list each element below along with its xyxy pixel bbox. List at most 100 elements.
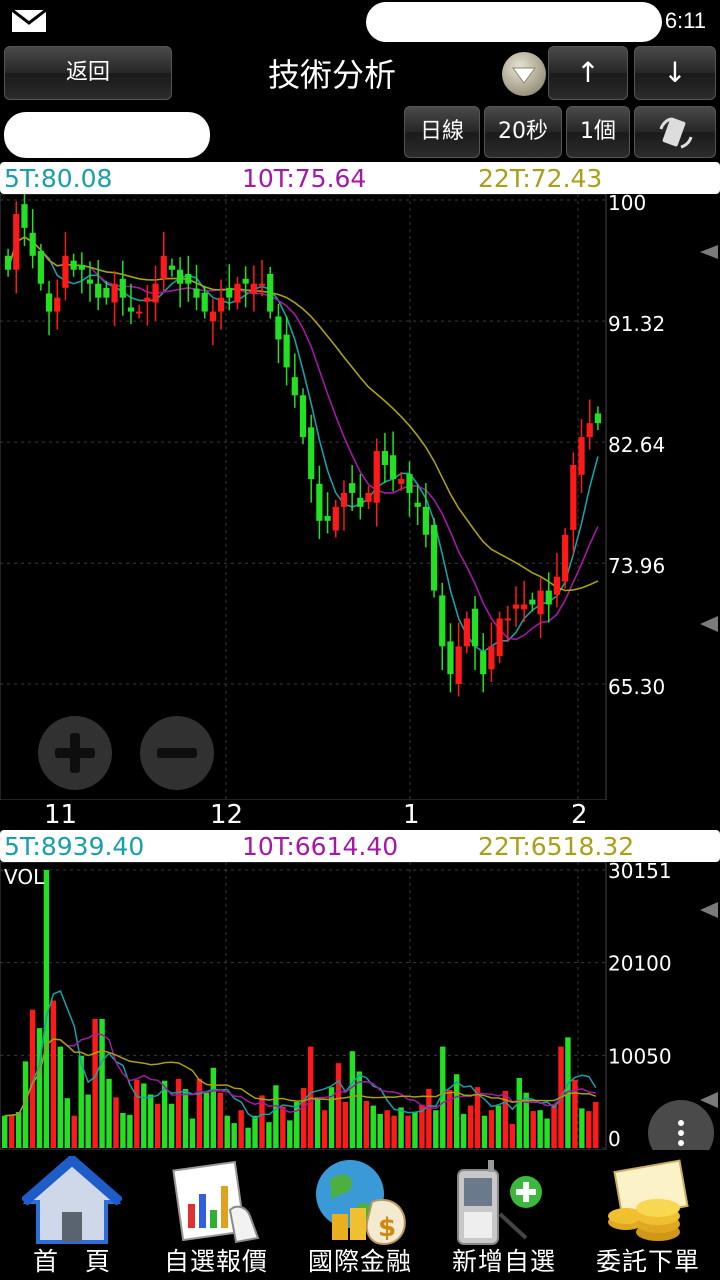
candle-body xyxy=(471,608,479,647)
dropdown-icon[interactable] xyxy=(502,52,546,96)
candle-body xyxy=(553,576,561,595)
refresh-interval-button[interactable]: 20秒 xyxy=(484,106,562,158)
candle-body xyxy=(45,293,53,312)
volume-bar xyxy=(2,1115,8,1148)
svg-text:$: $ xyxy=(378,1213,396,1243)
candle-body xyxy=(381,451,389,466)
volume-chart[interactable]: 30151 20100 10050 0 VOL xyxy=(0,862,720,1150)
candle-body xyxy=(119,278,126,298)
candle-body xyxy=(70,260,77,270)
nav-place-order[interactable]: 委託下單 xyxy=(576,1150,720,1280)
volume-y-tick: 0 xyxy=(608,1127,621,1150)
price-y-tick: 91.32 xyxy=(608,312,665,336)
volume-bar xyxy=(488,1110,495,1148)
volume-bar xyxy=(224,1115,230,1148)
volume-bar xyxy=(384,1110,390,1148)
candle-body xyxy=(62,255,69,288)
volume-bar xyxy=(377,1113,383,1148)
back-button[interactable]: 返回 xyxy=(4,46,172,100)
count-button[interactable]: 1個 xyxy=(566,106,630,158)
price-scroll-marker-low[interactable] xyxy=(700,616,718,632)
volume-bar xyxy=(301,1088,307,1148)
price-y-tick: 100 xyxy=(608,194,646,215)
volume-bar xyxy=(321,1110,328,1148)
price-y-tick: 82.64 xyxy=(608,433,665,457)
candle-body xyxy=(168,265,176,270)
candle-body xyxy=(578,437,585,475)
candle-body xyxy=(209,311,217,322)
candle-body xyxy=(160,255,167,279)
nav-add-watchlist[interactable]: 新增自選 xyxy=(432,1150,576,1280)
volume-bar xyxy=(64,1098,71,1148)
candle-body xyxy=(37,250,44,284)
price-chart[interactable]: 100 91.32 82.64 73.96 65.30 xyxy=(0,194,720,800)
candle-body xyxy=(299,395,307,438)
volume-bar xyxy=(370,1105,376,1148)
volume-bar xyxy=(175,1078,182,1148)
candle-body xyxy=(512,604,520,609)
period-button[interactable]: 日線 xyxy=(404,106,480,158)
volume-bar xyxy=(92,1018,98,1148)
price-ma22-value: 22T:72.43 xyxy=(478,164,603,193)
order-coins-icon xyxy=(608,1159,689,1241)
volume-bar xyxy=(134,1079,140,1148)
candle-body xyxy=(373,451,380,503)
volume-bar xyxy=(426,1088,432,1148)
candle-body xyxy=(275,316,282,340)
redacted-stock-name xyxy=(4,112,210,158)
candle-body xyxy=(250,283,257,294)
date-axis: 11 12 1 2 xyxy=(0,800,720,830)
volume-bar xyxy=(335,1063,342,1148)
candle-body xyxy=(127,307,135,312)
candle-body xyxy=(217,297,225,312)
rotate-screen-button[interactable] xyxy=(634,106,716,158)
price-ma10-value: 10T:75.64 xyxy=(242,164,367,193)
volume-bar xyxy=(287,1120,293,1148)
candle-body xyxy=(488,646,495,670)
volume-bar xyxy=(120,1112,126,1148)
volume-bar xyxy=(57,1046,64,1148)
volume-scroll-marker-low[interactable] xyxy=(700,1092,718,1108)
price-ma5-value: 5T:80.08 xyxy=(4,164,113,193)
phone-add-icon xyxy=(457,1160,542,1245)
volume-bar xyxy=(154,1103,161,1148)
candle-body xyxy=(13,213,20,270)
rotate-icon xyxy=(659,117,693,149)
candle-body xyxy=(54,297,61,312)
volume-ma-legend: 5T:8939.40 10T:6614.40 22T:6518.32 xyxy=(0,830,720,862)
price-plot-frame xyxy=(0,194,607,800)
zoom-in-button[interactable] xyxy=(38,716,112,790)
volume-scroll-marker[interactable] xyxy=(700,902,718,918)
candle-body xyxy=(242,278,249,284)
volume-bar xyxy=(495,1105,502,1148)
candle-body xyxy=(570,465,577,530)
candle-body xyxy=(504,618,511,621)
candle-body xyxy=(340,492,348,507)
candle-body xyxy=(389,455,397,479)
price-y-tick: 65.30 xyxy=(608,675,665,699)
candle-body xyxy=(357,497,364,507)
volume-bar xyxy=(182,1088,189,1148)
candle-body xyxy=(430,524,438,591)
candle-body xyxy=(545,590,552,605)
previous-stock-button[interactable]: ↑ xyxy=(548,46,628,100)
volume-ma5-value: 5T:8939.40 xyxy=(4,832,145,861)
volume-bar xyxy=(551,1104,557,1148)
nav-watchlist-quotes[interactable]: 自選報價 xyxy=(144,1150,288,1280)
volume-ma10-value: 10T:6614.40 xyxy=(242,832,399,861)
toolbar: 返回 技術分析 ↑ ↓ 日線 20秒 1個 xyxy=(0,42,720,158)
volume-bar xyxy=(189,1118,196,1148)
volume-y-tick: 20100 xyxy=(608,952,672,976)
nav-home[interactable]: 首 頁 xyxy=(0,1150,144,1280)
next-stock-button[interactable]: ↓ xyxy=(634,46,716,100)
nav-international-finance[interactable]: $ 國際金融 xyxy=(288,1150,432,1280)
volume-bar xyxy=(85,1094,91,1148)
volume-bar xyxy=(544,1118,550,1148)
price-scroll-marker[interactable] xyxy=(700,245,718,259)
candle-body xyxy=(111,283,118,303)
volume-bar xyxy=(516,1077,522,1148)
volume-bar xyxy=(273,1085,279,1148)
candle-body xyxy=(316,483,323,521)
volume-bar xyxy=(509,1124,516,1148)
zoom-out-button[interactable] xyxy=(140,716,214,790)
